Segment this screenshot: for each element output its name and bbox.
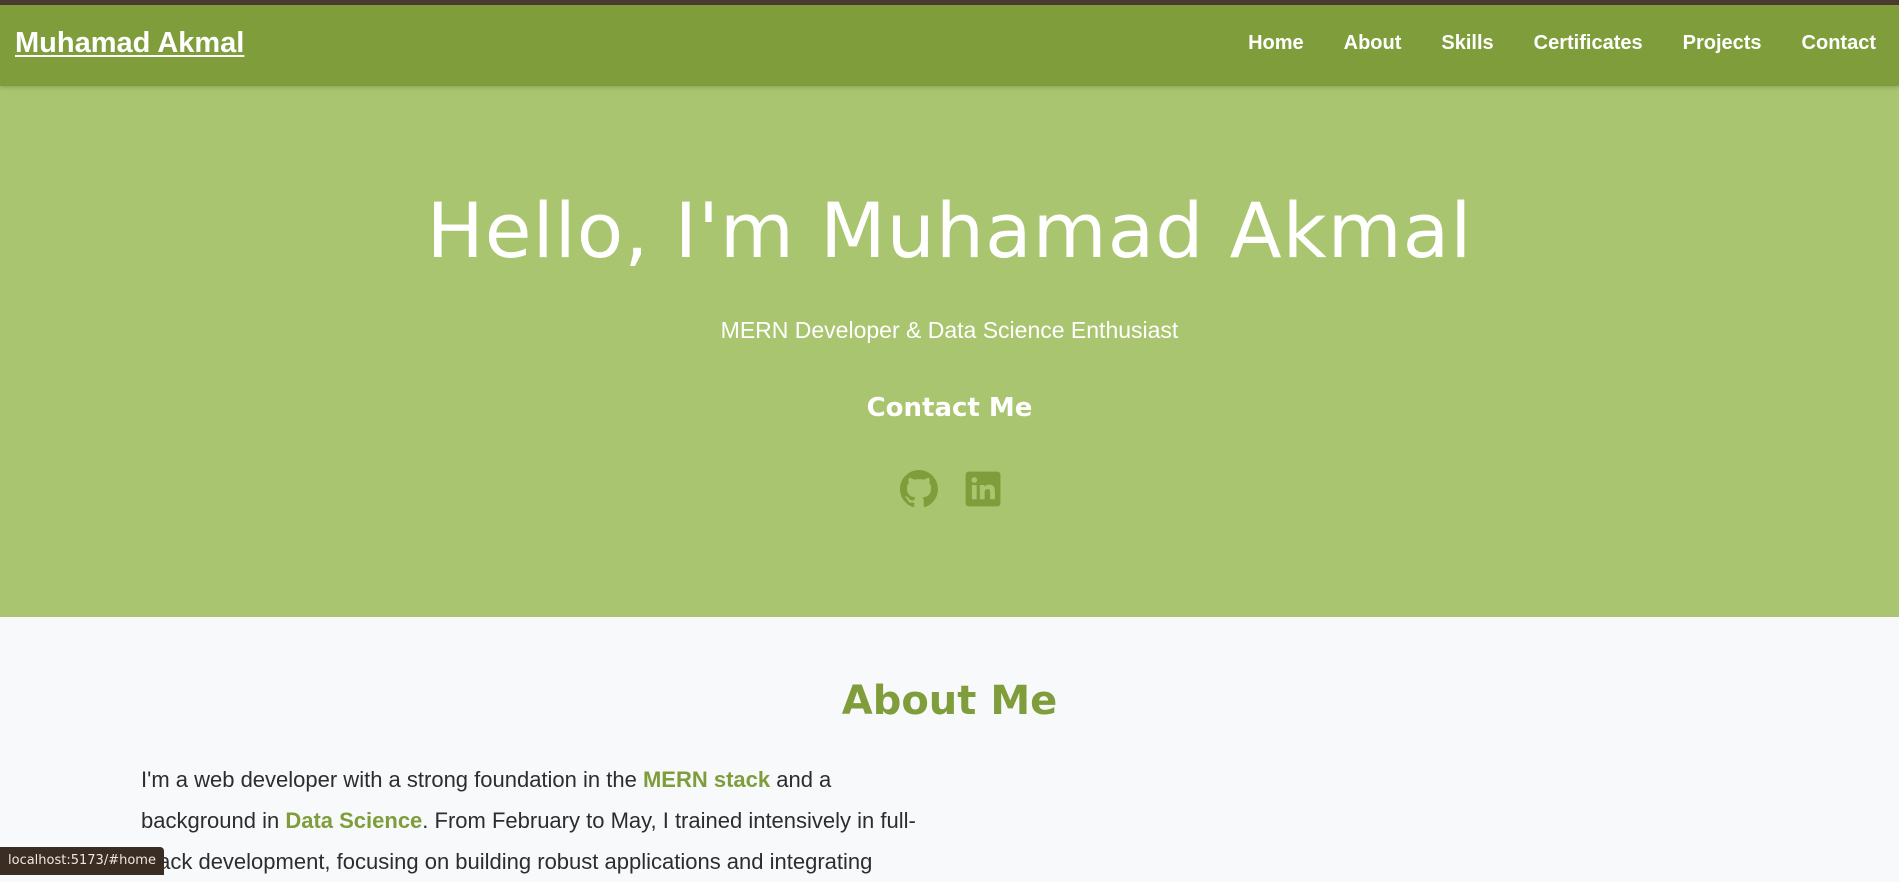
github-icon [900, 470, 938, 508]
nav-link-about[interactable]: About [1344, 32, 1402, 54]
nav-link-certificates[interactable]: Certificates [1534, 32, 1643, 54]
nav-link-contact[interactable]: Contact [1802, 32, 1876, 54]
nav-link-skills[interactable]: Skills [1441, 32, 1493, 54]
navbar: Muhamad Akmal Home About Skills Certific… [0, 5, 1899, 86]
nav-item-projects: Projects [1683, 32, 1762, 55]
about-text-part: I'm a web developer with a strong founda… [141, 767, 643, 792]
nav-link-home[interactable]: Home [1248, 32, 1304, 54]
nav-item-home: Home [1248, 32, 1304, 55]
brand-logo-link[interactable]: Muhamad Akmal [15, 27, 244, 60]
nav-item-about: About [1344, 32, 1402, 55]
linkedin-link[interactable] [964, 470, 1002, 508]
hero-subtitle: MERN Developer & Data Science Enthusiast [720, 317, 1179, 343]
about-title: About Me [841, 678, 1058, 724]
highlight-data-science: Data Science [285, 808, 423, 833]
hero-section: Hello, I'm Muhamad Akmal MERN Developer … [0, 86, 1899, 617]
social-links [900, 470, 1002, 508]
nav-item-skills: Skills [1441, 32, 1493, 55]
nav-menu: Home About Skills Certificates Projects … [1248, 32, 1876, 55]
nav-link-projects[interactable]: Projects [1683, 32, 1762, 54]
hero-title: Hello, I'm Muhamad Akmal [426, 186, 1473, 275]
nav-item-contact: Contact [1802, 32, 1876, 55]
highlight-mern-stack: MERN stack [642, 767, 771, 792]
nav-item-certificates: Certificates [1534, 32, 1643, 55]
linkedin-icon [965, 471, 1001, 507]
github-link[interactable] [900, 470, 938, 508]
contact-me-heading: Contact Me [866, 393, 1033, 423]
about-paragraph: I'm a web developer with a strong founda… [141, 759, 931, 882]
status-bar-url: localhost:5173/#home [0, 847, 164, 875]
